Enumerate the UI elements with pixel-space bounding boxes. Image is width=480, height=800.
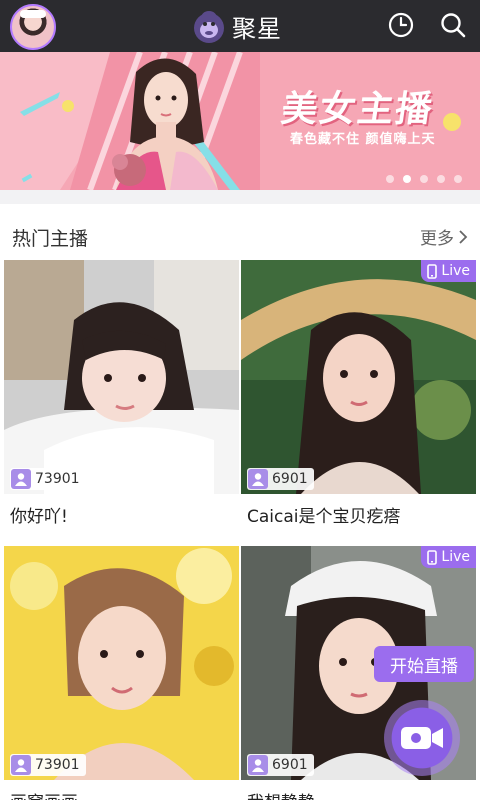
search-icon[interactable]	[438, 10, 468, 40]
video-camera-icon	[401, 727, 443, 749]
banner-subtitle: 春色藏不住 颜值嗨上天	[290, 132, 436, 147]
pagination-dot[interactable]	[420, 175, 428, 183]
chevron-right-icon	[459, 229, 468, 244]
banner-model-image	[96, 52, 236, 190]
anchor-card[interactable]: Live 6901 Caicai是个宝贝疙瘩	[241, 260, 476, 544]
video-camera-button[interactable]	[384, 700, 460, 776]
top-bar: 聚星	[0, 0, 480, 52]
brand-name: 聚星	[232, 14, 282, 43]
live-label: Live	[441, 263, 470, 279]
viewer-count-badge: 73901	[10, 468, 86, 490]
person-icon	[11, 469, 31, 489]
live-badge: Live	[421, 260, 476, 282]
section-divider	[0, 190, 480, 204]
live-label: Live	[441, 549, 470, 565]
viewer-count-badge: 6901	[247, 754, 314, 776]
live-badge: Live	[421, 546, 476, 568]
more-link[interactable]: 更多	[420, 224, 468, 249]
person-icon	[248, 755, 268, 775]
gorilla-logo-icon	[192, 8, 226, 44]
person-icon	[11, 755, 31, 775]
viewer-count-badge: 6901	[247, 468, 314, 490]
person-icon	[248, 469, 268, 489]
viewer-count: 73901	[35, 757, 80, 773]
start-live-button[interactable]: 开始直播	[374, 646, 474, 682]
anchor-card[interactable]: 73901 你好吖!	[4, 260, 239, 544]
user-avatar[interactable]	[10, 4, 56, 50]
pagination-dot[interactable]	[454, 175, 462, 183]
banner-pagination	[386, 175, 462, 183]
promo-banner[interactable]: 美女主播 春色藏不住 颜值嗨上天	[0, 52, 480, 190]
banner-title: 美女主播	[278, 89, 437, 130]
anchor-thumbnail	[4, 260, 239, 494]
phone-icon	[427, 263, 438, 279]
viewer-count-badge: 73901	[10, 754, 86, 776]
clock-icon[interactable]	[386, 10, 416, 40]
anchor-caption: 画窝画画	[10, 788, 78, 800]
viewer-count: 6901	[272, 757, 308, 773]
anchor-caption: Caicai是个宝贝疙瘩	[247, 507, 401, 527]
viewer-count: 73901	[35, 471, 80, 487]
anchor-thumbnail	[241, 260, 476, 494]
pagination-dot[interactable]	[437, 175, 445, 183]
pagination-dot[interactable]	[386, 175, 394, 183]
anchor-card[interactable]: 73901 画窝画画	[4, 546, 239, 800]
anchor-caption: 我想静静	[247, 788, 315, 800]
pagination-dot-active[interactable]	[403, 175, 411, 183]
brand-logo: 聚星	[192, 8, 282, 44]
phone-icon	[427, 549, 438, 565]
anchor-thumbnail	[4, 546, 239, 780]
section-title: 热门主播	[12, 228, 89, 250]
more-label: 更多	[420, 229, 454, 249]
anchor-caption: 你好吖!	[10, 507, 68, 527]
viewer-count: 6901	[272, 471, 308, 487]
hot-anchors-header: 热门主播 更多	[0, 204, 480, 260]
